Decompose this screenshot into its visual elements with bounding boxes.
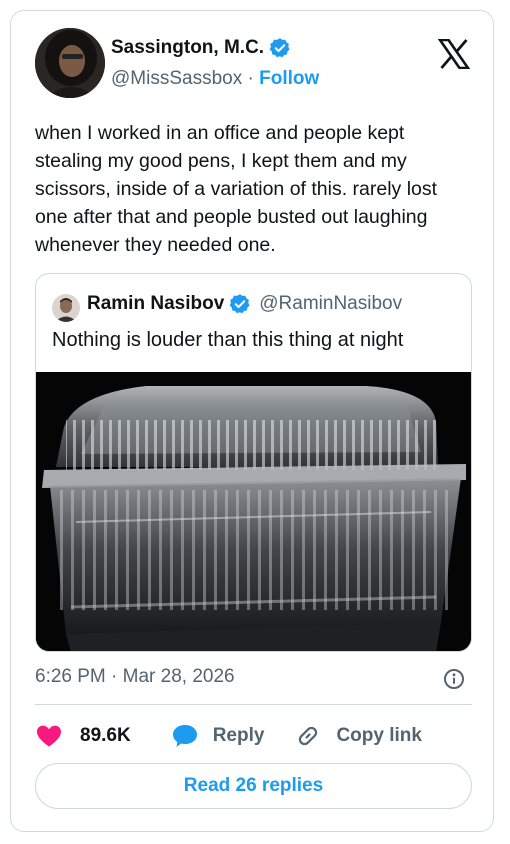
divider xyxy=(35,704,472,705)
quoted-tweet[interactable]: Ramin Nasibov @RaminNasibov Nothing is l… xyxy=(35,273,472,652)
tweet-timestamp[interactable]: 6:26 PM · Mar 28, 2026 xyxy=(35,666,235,688)
author-name-text[interactable]: Sassington, M.C. xyxy=(111,37,264,59)
link-icon xyxy=(299,726,318,746)
reply-button[interactable]: Reply xyxy=(171,722,265,750)
quoted-author-name[interactable]: Ramin Nasibov xyxy=(87,293,224,315)
copy-link-label: Copy link xyxy=(336,725,422,746)
verified-badge-icon xyxy=(269,38,290,58)
tweet-actions: 89.6K Reply Copy link xyxy=(35,721,422,751)
info-icon[interactable] xyxy=(443,668,465,690)
handle-separator: · xyxy=(247,68,254,89)
quoted-header: Ramin Nasibov @RaminNasibov xyxy=(87,293,402,315)
author-handle-line: @MissSassbox · Follow xyxy=(111,68,319,90)
like-count: 89.6K xyxy=(80,725,131,746)
author-name[interactable]: Sassington, M.C. xyxy=(111,37,291,59)
like-button[interactable]: 89.6K xyxy=(35,722,131,750)
tweet-card: Sassington, M.C. @MissSassbox · Follow w… xyxy=(10,10,494,832)
copy-link-button[interactable]: Copy link xyxy=(294,722,422,750)
follow-button[interactable]: Follow xyxy=(259,68,319,89)
quoted-author-handle[interactable]: @RaminNasibov xyxy=(259,293,402,315)
author-handle[interactable]: @MissSassbox xyxy=(111,68,242,89)
verified-badge-icon xyxy=(229,294,250,314)
reply-label: Reply xyxy=(212,725,265,746)
quoted-author-avatar[interactable] xyxy=(52,294,80,322)
quoted-media-image[interactable] xyxy=(36,372,471,651)
read-replies-button[interactable]: Read 26 replies xyxy=(35,763,472,809)
reply-bubble-icon xyxy=(172,725,197,747)
author-avatar[interactable] xyxy=(35,28,105,98)
quoted-tweet-text: Nothing is louder than this thing at nig… xyxy=(52,329,404,351)
tweet-text: when I worked in an office and people ke… xyxy=(35,122,438,256)
x-logo-icon[interactable] xyxy=(438,39,470,69)
heart-icon xyxy=(37,725,61,747)
